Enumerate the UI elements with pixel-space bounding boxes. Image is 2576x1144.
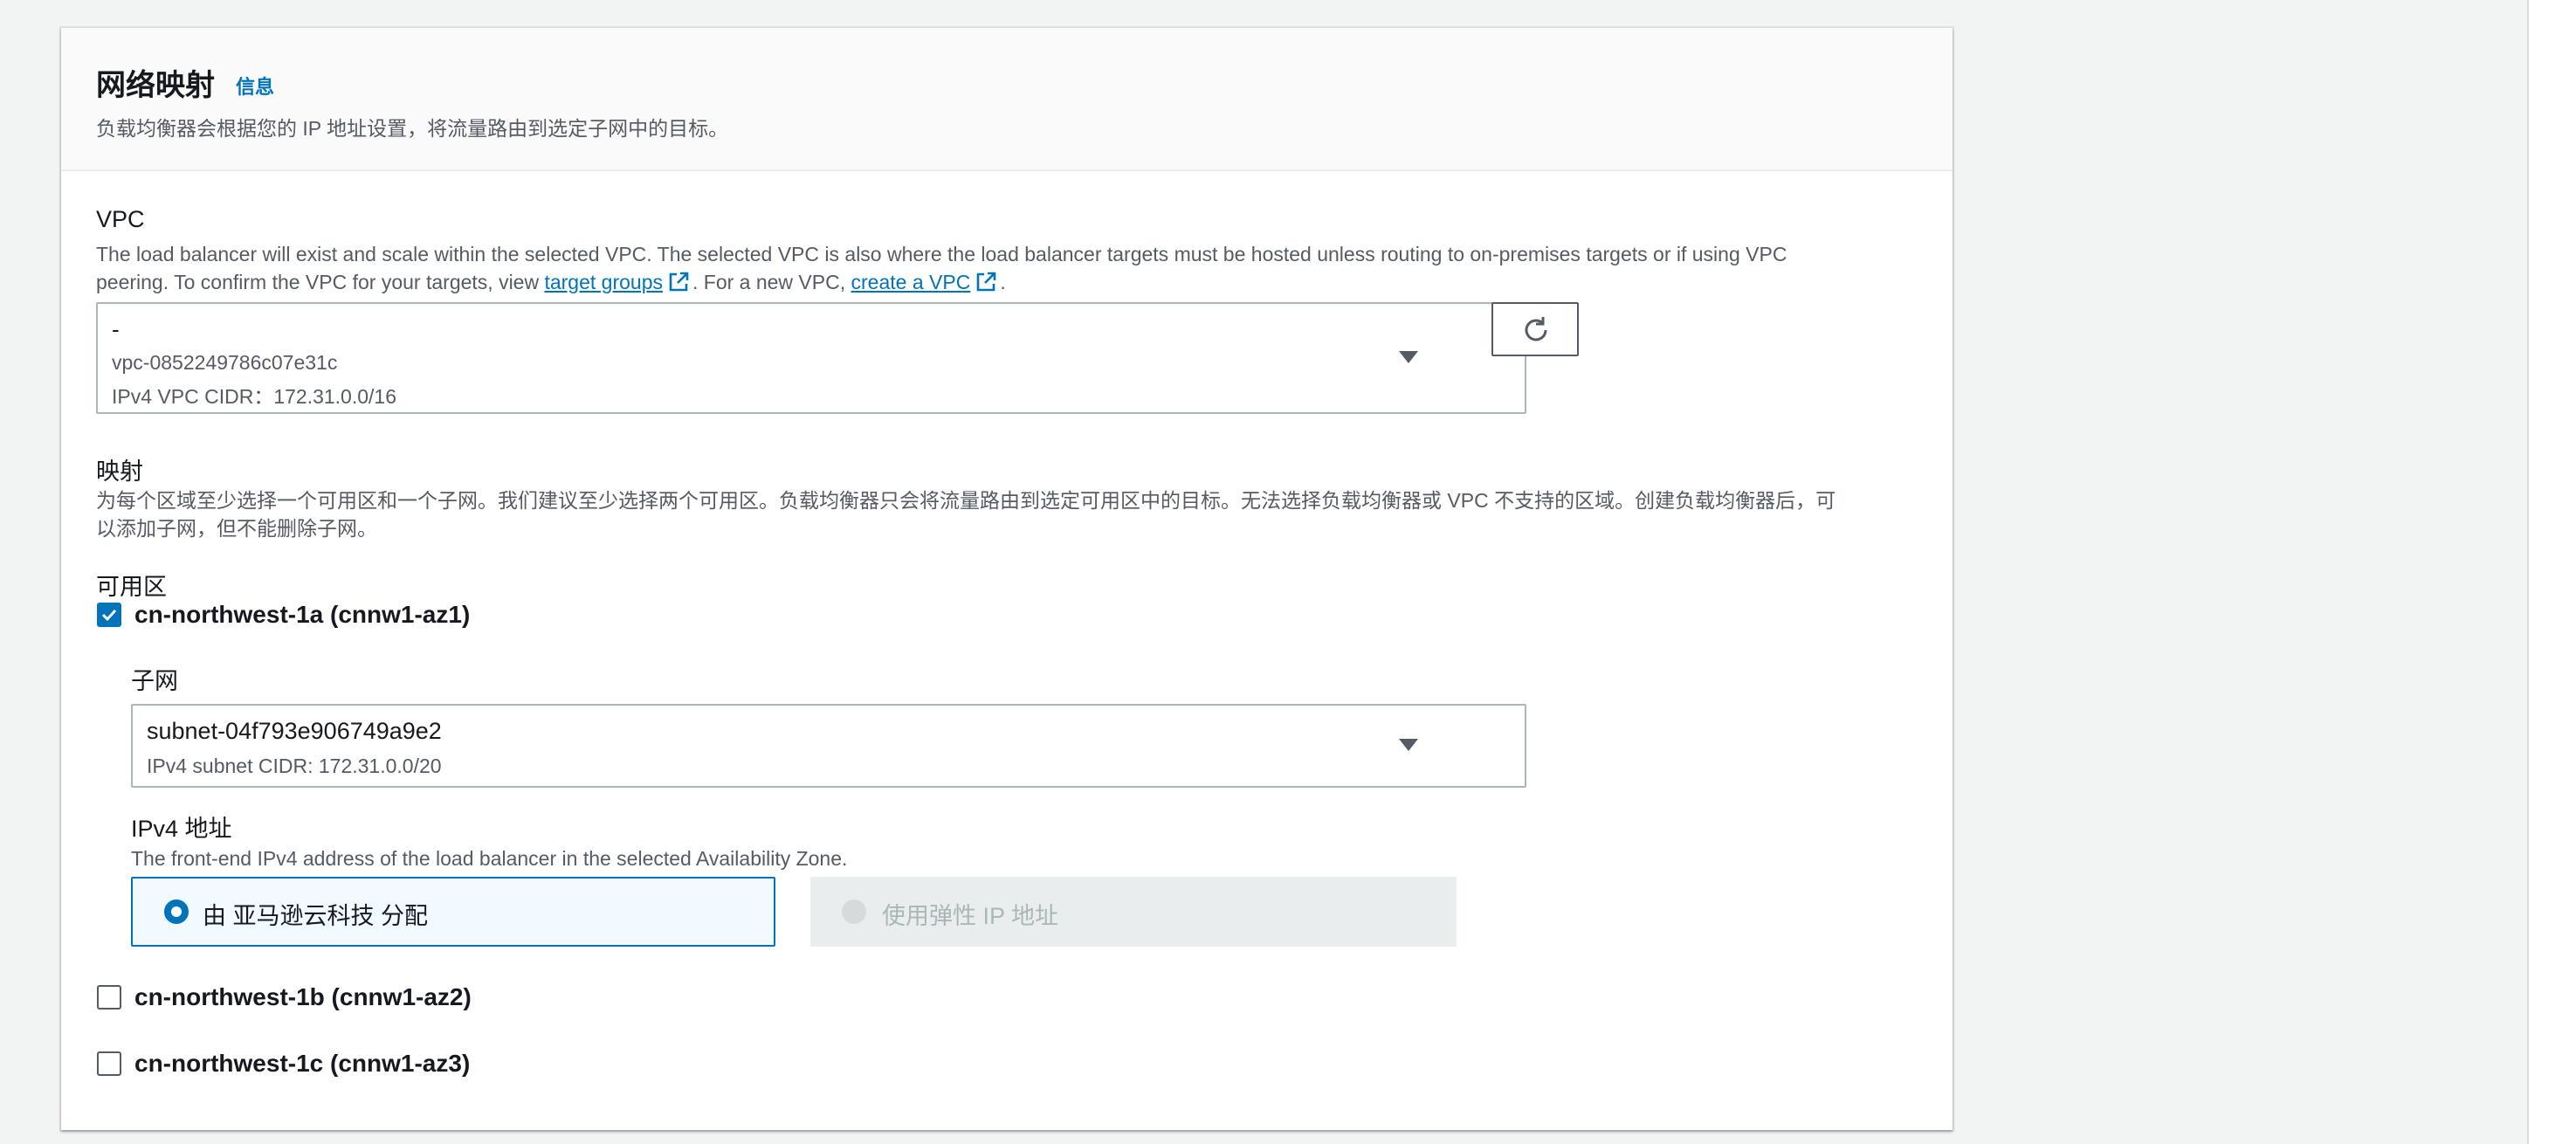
option-elastic-ip-label: 使用弹性 IP 地址 bbox=[882, 903, 1059, 929]
chevron-down-icon bbox=[1399, 351, 1418, 363]
mappings-description-line1: 为每个区域至少选择一个可用区和一个子网。我们建议至少选择两个可用区。负载均衡器只… bbox=[96, 489, 1836, 512]
availability-zone-heading: 可用区 bbox=[96, 574, 167, 600]
option-elastic-ip-tile: 使用弹性 IP 地址 bbox=[810, 877, 1457, 947]
vpc-description-line1: The load balancer will exist and scale w… bbox=[96, 243, 1787, 265]
radio-selected-icon bbox=[164, 899, 189, 924]
mappings-label: 映射 bbox=[96, 458, 143, 485]
vpc-label: VPC bbox=[96, 206, 145, 232]
az2-label[interactable]: cn-northwest-1b (cnnw1-az2) bbox=[134, 983, 472, 1011]
network-mapping-panel: 网络映射 信息 负载均衡器会根据您的 IP 地址设置，将流量路由到选定子网中的目… bbox=[61, 28, 1953, 1130]
checkmark-icon bbox=[100, 606, 118, 628]
az1-checkbox[interactable] bbox=[97, 603, 121, 627]
page-title: 网络映射 bbox=[96, 69, 215, 102]
vpc-selected-name: - bbox=[112, 316, 120, 342]
az3-label[interactable]: cn-northwest-1c (cnnw1-az3) bbox=[134, 1050, 470, 1078]
az1-label[interactable]: cn-northwest-1a (cnnw1-az1) bbox=[134, 601, 470, 629]
ipv4-address-description: The front-end IPv4 address of the load b… bbox=[131, 847, 848, 870]
vpc-description-prefix: peering. To confirm the VPC for your tar… bbox=[96, 271, 545, 293]
panel-header: 网络映射 信息 负载均衡器会根据您的 IP 地址设置，将流量路由到选定子网中的目… bbox=[61, 28, 1953, 171]
right-rail bbox=[2527, 0, 2576, 1144]
vpc-description-end: . bbox=[1000, 271, 1006, 293]
chevron-down-icon bbox=[1399, 739, 1418, 751]
subnet-selected-cidr: IPv4 subnet CIDR: 172.31.0.0/20 bbox=[147, 755, 442, 777]
subnet-label: 子网 bbox=[131, 668, 178, 694]
vpc-select[interactable]: - vpc-0852249786c07e31c IPv4 VPC CIDR：17… bbox=[96, 302, 1526, 414]
create-vpc-link[interactable]: create a VPC bbox=[851, 271, 971, 293]
az2-checkbox[interactable] bbox=[97, 985, 121, 1010]
vpc-description-mid: . For a new VPC, bbox=[692, 271, 851, 293]
option-assigned-tile[interactable]: 由 亚马逊云科技 分配 bbox=[131, 877, 775, 947]
radio-disabled-icon bbox=[842, 899, 866, 924]
target-groups-link[interactable]: target groups bbox=[544, 271, 663, 293]
refresh-button[interactable] bbox=[1491, 302, 1579, 356]
refresh-icon bbox=[1521, 315, 1551, 349]
option-assigned-label: 由 亚马逊云科技 分配 bbox=[203, 903, 429, 929]
external-link-icon bbox=[975, 272, 996, 293]
external-link-icon bbox=[668, 272, 689, 293]
vpc-description-line2: peering. To confirm the VPC for your tar… bbox=[96, 268, 1006, 296]
vpc-selected-cidr: IPv4 VPC CIDR：172.31.0.0/16 bbox=[112, 385, 396, 408]
mappings-description-line2: 以添加子网，但不能删除子网。 bbox=[96, 517, 377, 540]
header-description: 负载均衡器会根据您的 IP 地址设置，将流量路由到选定子网中的目标。 bbox=[96, 117, 729, 140]
az3-checkbox[interactable] bbox=[97, 1051, 121, 1076]
ipv4-address-label: IPv4 地址 bbox=[131, 816, 232, 842]
vpc-selected-id: vpc-0852249786c07e31c bbox=[112, 351, 338, 374]
subnet-select[interactable]: subnet-04f793e906749a9e2 IPv4 subnet CID… bbox=[131, 704, 1526, 788]
subnet-selected-id: subnet-04f793e906749a9e2 bbox=[147, 718, 442, 744]
info-link[interactable]: 信息 bbox=[236, 72, 274, 100]
